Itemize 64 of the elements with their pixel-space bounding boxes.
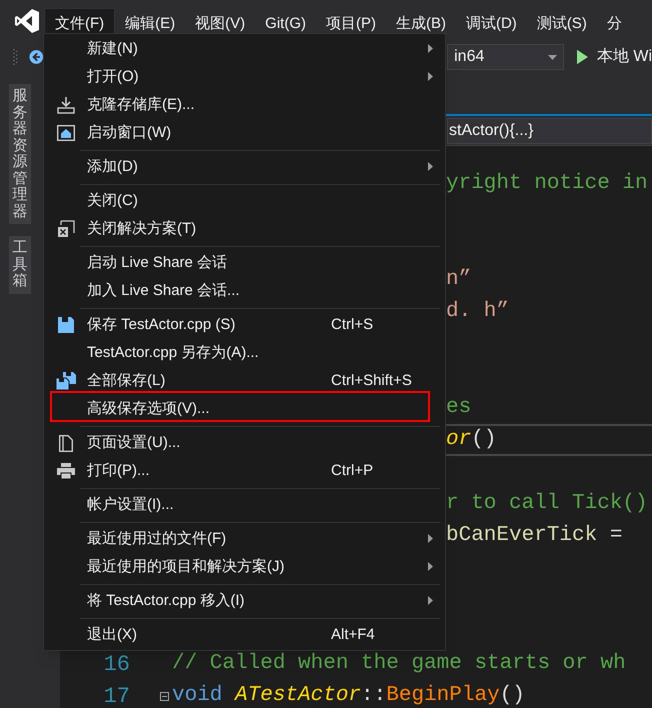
menu-bar-item[interactable]: 测试(S): [526, 8, 597, 36]
submenu-arrow-icon: [428, 562, 433, 571]
line-number: 17: [102, 682, 130, 708]
menu-item[interactable]: 退出(X) Alt+F4: [44, 621, 445, 649]
platform-dropdown[interactable]: in64: [447, 44, 564, 70]
visual-studio-logo: [14, 8, 40, 34]
menu-bar-item[interactable]: 视图(V): [185, 8, 256, 36]
code-line: es: [446, 395, 472, 422]
side-tab[interactable]: 工具箱: [9, 236, 31, 294]
submenu-arrow-icon: [428, 162, 433, 171]
menu-item[interactable]: 添加(D): [44, 153, 445, 181]
line-number: 16: [102, 650, 130, 678]
menu-bar-item[interactable]: 项目(P): [316, 8, 386, 36]
download-icon: [56, 96, 74, 114]
code-line: or(): [446, 427, 496, 454]
menu-bar-item[interactable]: 编辑(E): [115, 8, 186, 36]
menu-item[interactable]: 页面设置(U)...: [44, 429, 445, 457]
save-all-icon: [56, 372, 76, 390]
menu-item[interactable]: 加入 Live Share 会话...: [44, 277, 445, 305]
menu-item[interactable]: 全部保存(L) Ctrl+Shift+S: [44, 367, 445, 395]
submenu-arrow-icon: [428, 596, 433, 605]
side-tab[interactable]: 服务器资源管理器: [9, 84, 31, 224]
menu-item[interactable]: 将 TestActor.cpp 移入(I): [44, 587, 445, 615]
code-line: n”: [446, 267, 472, 294]
printer-icon: [56, 463, 74, 479]
menu-item[interactable]: 打印(P)... Ctrl+P: [44, 457, 445, 485]
menu-item[interactable]: 帐户设置(I)...: [44, 491, 445, 519]
run-button[interactable]: 本地 Wi: [596, 45, 652, 69]
submenu-arrow-icon: [428, 534, 433, 543]
menu-item[interactable]: 启动窗口(W): [44, 119, 445, 147]
menu-item[interactable]: 最近使用的项目和解决方案(J): [44, 553, 445, 581]
menu-bar-item[interactable]: 调试(D): [456, 8, 527, 36]
menu-item[interactable]: 最近使用过的文件(F): [44, 525, 445, 553]
page-icon: [58, 434, 72, 452]
collapse-icon[interactable]: [160, 692, 169, 700]
menu-item[interactable]: 启动 Live Share 会话: [44, 249, 445, 277]
code-line: // Called when the game starts or wh: [172, 651, 626, 678]
submenu-arrow-icon: [428, 44, 433, 53]
save-icon: [58, 317, 74, 333]
toolbar-grip-icon[interactable]: [13, 47, 18, 67]
member-dropdown[interactable]: stActor(){...}: [447, 118, 652, 144]
home-window-icon: [56, 125, 74, 141]
menu-bar-item[interactable]: 生成(B): [386, 8, 456, 36]
back-icon[interactable]: [28, 49, 44, 65]
submenu-arrow-icon: [428, 72, 433, 81]
code-line: yright notice in: [446, 171, 648, 198]
code-line: void ATestActor::BeginPlay(): [172, 683, 525, 708]
menu-bar-item[interactable]: 分: [596, 8, 632, 36]
menu-bar-item[interactable]: 文件(F): [44, 8, 116, 34]
dropdown-caret-icon: [548, 54, 557, 60]
menu-bar-item[interactable]: Git(G): [255, 8, 316, 36]
menu-item[interactable]: 关闭(C): [44, 187, 445, 215]
menu-item[interactable]: 新建(N): [44, 35, 445, 63]
code-line: bCanEverTick =: [446, 523, 622, 550]
menu-item[interactable]: 打开(O): [44, 63, 445, 91]
code-line: r to call Tick(): [446, 491, 648, 518]
menu-item[interactable]: 克隆存储库(E)...: [44, 91, 445, 119]
close-window-icon: [56, 220, 74, 238]
code-line: d. h”: [446, 299, 510, 326]
menu-item[interactable]: TestActor.cpp 另存为(A)...: [44, 339, 445, 367]
menu-item[interactable]: 高级保存选项(V)...: [44, 395, 445, 423]
menu-item[interactable]: 保存 TestActor.cpp (S) Ctrl+S: [44, 311, 445, 339]
play-icon[interactable]: [576, 49, 588, 65]
menu-item[interactable]: 关闭解决方案(T): [44, 215, 445, 243]
